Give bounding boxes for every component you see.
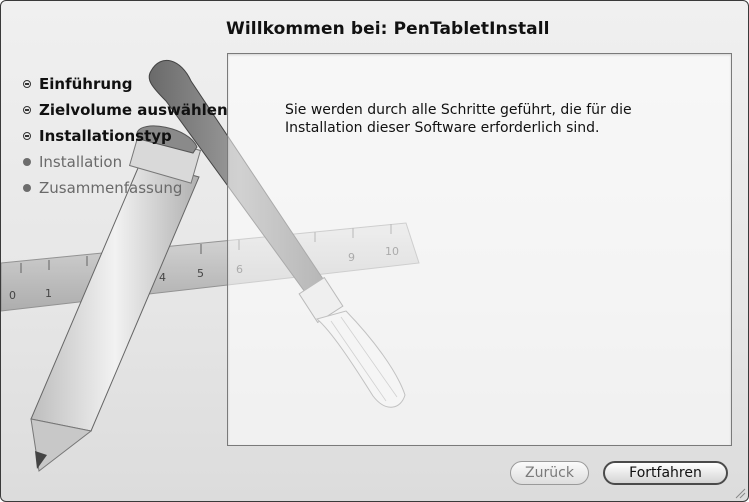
ruler-tick-label: 0: [9, 289, 16, 302]
back-button[interactable]: Zurück: [510, 461, 589, 485]
step-installation: Installation: [23, 153, 233, 172]
ruler-tick-label: 5: [197, 267, 204, 280]
resize-grip-icon[interactable]: [734, 487, 746, 499]
step-label: Zielvolume auswählen: [39, 101, 228, 119]
installation-steps: Einführung Zielvolume auswählen Installa…: [23, 75, 233, 205]
step-destination: Zielvolume auswählen: [23, 101, 233, 120]
ruler-tick-label: 4: [159, 271, 166, 284]
step-completed-icon: [23, 80, 31, 88]
step-summary: Zusammenfassung: [23, 179, 233, 198]
step-label: Installationstyp: [39, 127, 172, 145]
content-pane: Sie werden durch alle Schritte geführt, …: [227, 53, 732, 446]
window-title: Willkommen bei: PenTabletInstall: [226, 19, 550, 39]
step-installation-type: Installationstyp: [23, 127, 233, 146]
installer-window: 0 1 4 5 6 9 10 Willkomm: [0, 0, 749, 502]
continue-button[interactable]: Fortfahren: [603, 461, 728, 485]
step-completed-icon: [23, 132, 31, 140]
ruler-tick-label: 1: [45, 287, 52, 300]
step-label: Installation: [39, 153, 123, 171]
intro-text: Sie werden durch alle Schritte geführt, …: [285, 102, 632, 136]
step-label: Einführung: [39, 75, 133, 93]
step-completed-icon: [23, 106, 31, 114]
step-introduction: Einführung: [23, 75, 233, 94]
step-pending-icon: [23, 158, 31, 166]
step-pending-icon: [23, 184, 31, 192]
step-label: Zusammenfassung: [39, 179, 183, 197]
